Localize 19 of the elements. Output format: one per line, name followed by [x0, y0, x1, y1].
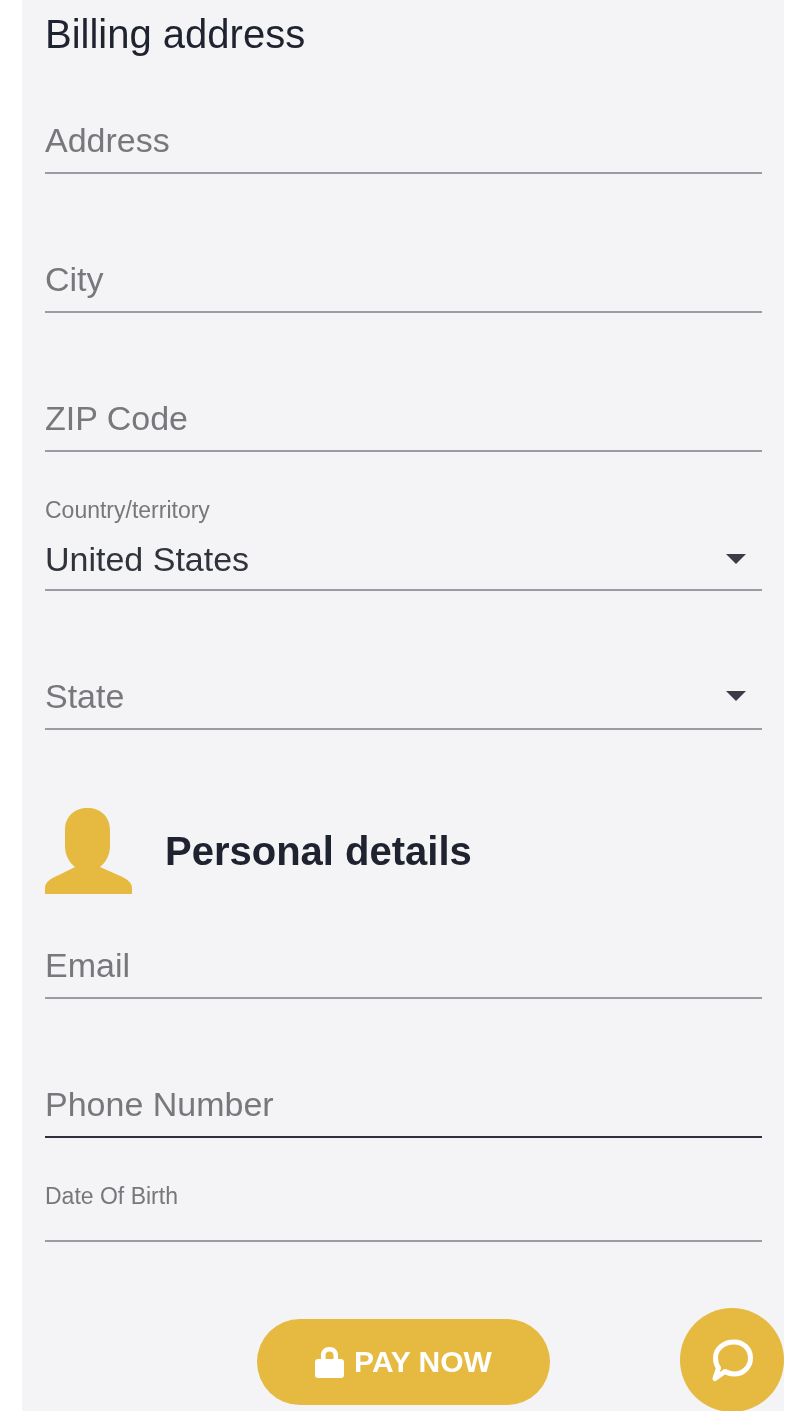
input-field[interactable]: City: [45, 255, 762, 313]
caret-icon: [726, 554, 746, 564]
select-placeholder: State: [45, 676, 125, 716]
date-field[interactable]: Date Of Birth: [45, 1182, 762, 1242]
caret-icon: [726, 691, 746, 701]
select-value: United States: [45, 539, 250, 579]
floating-label: Date Of Birth: [45, 1182, 178, 1210]
section-title: Billing address: [45, 11, 307, 57]
select-field[interactable]: State: [45, 672, 762, 730]
person-icon: [45, 808, 132, 894]
lock-icon: [315, 1346, 345, 1378]
section-title: Personal details: [165, 828, 472, 874]
input-field[interactable]: ZIP Code: [45, 394, 762, 452]
input-field[interactable]: Phone Number: [45, 1080, 762, 1138]
chat-bubble-icon: [711, 1338, 753, 1382]
input-field[interactable]: Email: [45, 941, 762, 999]
floating-label: Country/territory: [45, 496, 210, 524]
input-field[interactable]: Address: [45, 116, 762, 174]
select-field[interactable]: Country/territory United States: [45, 496, 762, 591]
